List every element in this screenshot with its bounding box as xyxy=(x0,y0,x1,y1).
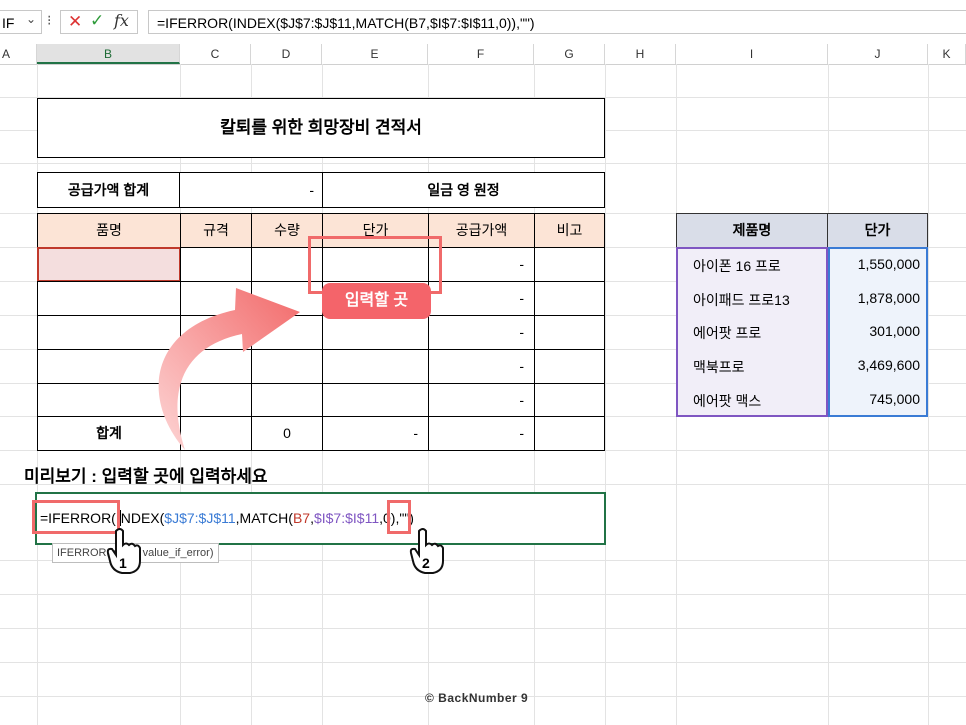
header-spec: 규격 xyxy=(180,213,252,248)
chevron-down-icon[interactable]: ⌄ xyxy=(26,12,36,26)
summary-label: 공급가액 합계 xyxy=(37,172,180,208)
column-header-i[interactable]: I xyxy=(676,44,828,64)
column-header-c[interactable]: C xyxy=(180,44,251,64)
table-cell[interactable] xyxy=(534,383,605,417)
hand-number: 1 xyxy=(119,555,127,571)
price-row-value[interactable]: 3,469,600 xyxy=(828,357,920,373)
column-header-b[interactable]: B xyxy=(37,44,180,64)
price-row-name[interactable]: 에어팟 프로 xyxy=(693,323,761,343)
price-row-name[interactable]: 아이패드 프로13 xyxy=(693,290,790,310)
column-header-j[interactable]: J xyxy=(828,44,928,64)
preview-label: 미리보기 : 입력할 곳에 입력하세요 xyxy=(24,467,268,486)
column-header-f[interactable]: F xyxy=(428,44,534,64)
column-header-d[interactable]: D xyxy=(251,44,322,64)
header-supply: 공급가액 xyxy=(428,213,535,248)
column-header-h[interactable]: H xyxy=(605,44,676,64)
price-header-price: 단가 xyxy=(827,213,928,248)
price-row-value[interactable]: 1,878,000 xyxy=(828,290,920,306)
summary-value: - xyxy=(179,172,323,208)
column-header-g[interactable]: G xyxy=(534,44,605,64)
pointing-hand-icon: 2 xyxy=(407,527,447,579)
table-cell-supply[interactable]: - xyxy=(428,315,535,350)
table-cell-supply[interactable]: - xyxy=(428,383,535,417)
table-cell-supply[interactable]: - xyxy=(428,281,535,316)
cancel-icon[interactable]: ✕ xyxy=(68,12,82,32)
formula-token: NDEX( xyxy=(119,510,165,526)
table-cell[interactable] xyxy=(534,247,605,282)
price-header-name: 제품명 xyxy=(676,213,828,248)
check-icon[interactable]: ✓ xyxy=(90,11,104,31)
insert-function-icon[interactable]: fx xyxy=(114,11,129,30)
header-note: 비고 xyxy=(534,213,605,248)
formula-token: $I$7:$I$11 xyxy=(313,510,380,526)
price-row-name[interactable]: 에어팟 맥스 xyxy=(693,391,761,411)
table-cell-supply[interactable]: - xyxy=(428,247,535,282)
grid-line xyxy=(0,628,966,629)
page-title: 칼퇴를 위한 희망장비 견적서 xyxy=(37,98,605,158)
column-header-k[interactable]: K xyxy=(928,44,966,64)
table-cell[interactable] xyxy=(534,315,605,350)
table-cell-supply[interactable]: - xyxy=(428,349,535,384)
price-row-value[interactable]: 1,550,000 xyxy=(828,256,920,272)
column-header-e[interactable]: E xyxy=(322,44,428,64)
summary-amount-text: 일금 영 원정 xyxy=(322,172,605,208)
formula-token: B7 xyxy=(292,510,311,526)
curved-arrow-icon xyxy=(158,288,300,450)
price-row-name[interactable]: 아이폰 16 프로 xyxy=(693,256,781,276)
grid-line xyxy=(0,662,966,663)
input-location-callout: 입력할 곳 xyxy=(322,283,431,319)
formula-token: ,MATCH( xyxy=(235,510,293,526)
table-cell[interactable] xyxy=(534,349,605,384)
price-row-value[interactable]: 745,000 xyxy=(828,391,920,407)
table-cell[interactable] xyxy=(534,416,605,451)
column-header-a[interactable]: A xyxy=(0,44,37,64)
table-cell[interactable] xyxy=(534,281,605,316)
credit-watermark: © BackNumber 9 xyxy=(425,691,529,705)
pointing-hand-icon: 1 xyxy=(104,527,144,579)
total-supply[interactable]: - xyxy=(428,416,535,451)
more-icon: ⁝ xyxy=(47,12,52,28)
price-row-value[interactable]: 301,000 xyxy=(828,323,920,339)
price-row-name[interactable]: 맥북프로 xyxy=(693,357,745,377)
formula-input[interactable]: =IFERROR(INDEX($J$7:$J$11,MATCH(B7,$I$7:… xyxy=(148,10,966,34)
formula-token: $J$7:$J$11 xyxy=(164,510,236,526)
grid-line xyxy=(0,594,966,595)
hand-number: 2 xyxy=(422,555,430,571)
header-item-name: 품명 xyxy=(37,213,181,248)
grid-line xyxy=(0,163,966,164)
